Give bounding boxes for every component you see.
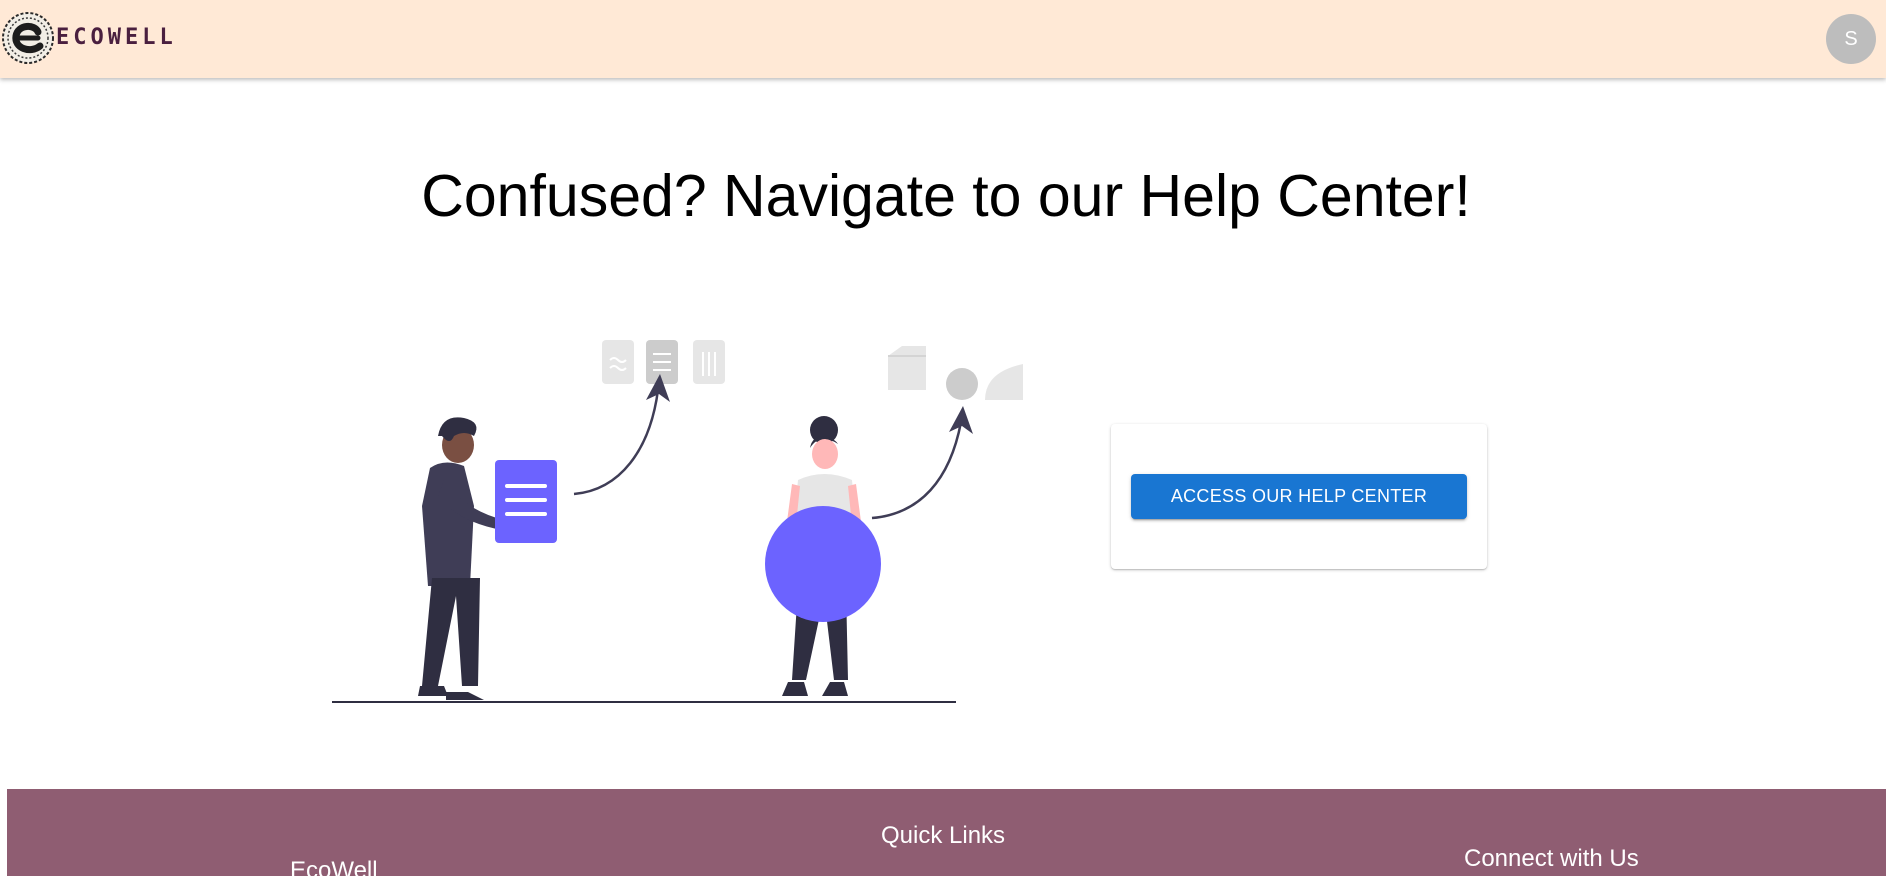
brand-name: ECOWELL: [56, 24, 177, 50]
user-avatar[interactable]: S: [1826, 14, 1876, 64]
access-help-center-button[interactable]: ACCESS OUR HELP CENTER: [1131, 474, 1467, 519]
document-icons: [602, 340, 725, 384]
shape-icons: [888, 346, 1023, 400]
site-footer: EcoWell Quick Links Connect with Us: [7, 789, 1886, 884]
held-document: [495, 460, 557, 543]
help-illustration: [332, 340, 1023, 703]
ecowell-logo-icon: [2, 12, 54, 64]
app-header: ECOWELL S: [0, 0, 1886, 78]
person-man: [418, 417, 516, 700]
page-title: Confused? Navigate to our Help Center!: [421, 163, 1471, 229]
help-center-card: ACCESS OUR HELP CENTER: [1111, 424, 1487, 569]
footer-connect-title: Connect with Us: [1464, 845, 1639, 872]
arrow-right: [871, 421, 963, 520]
person-woman: [765, 416, 881, 696]
footer-quick-links-title: Quick Links: [881, 822, 1006, 849]
brand-logo[interactable]: ECOWELL: [2, 12, 177, 64]
footer-brand: EcoWell: [290, 857, 378, 884]
arrow-left: [573, 389, 660, 496]
